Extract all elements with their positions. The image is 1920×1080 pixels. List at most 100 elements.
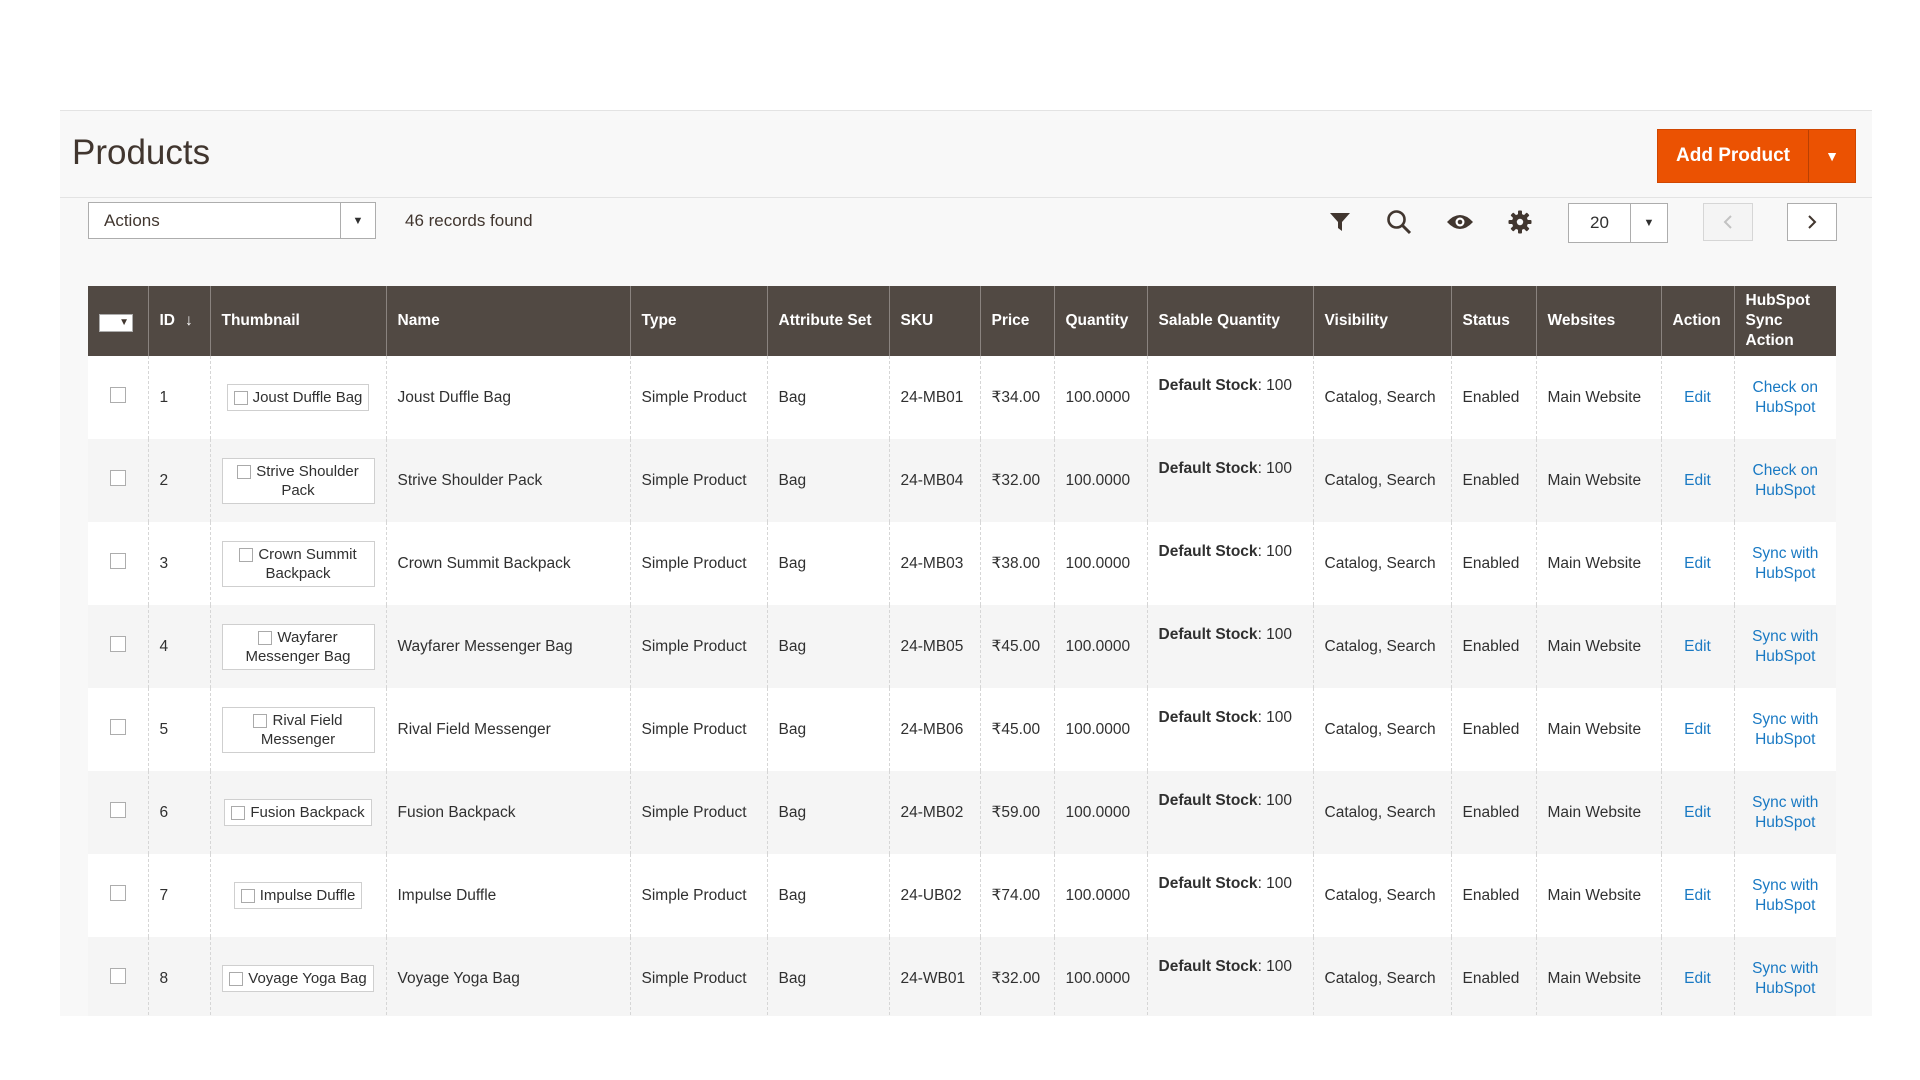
col-header-name[interactable]: Name bbox=[386, 286, 631, 356]
row-select-cell[interactable] bbox=[88, 356, 149, 439]
edit-link[interactable]: Edit bbox=[1684, 721, 1711, 738]
cell-type: Simple Product bbox=[630, 605, 768, 688]
chevron-down-icon[interactable]: ▼ bbox=[1630, 204, 1667, 242]
col-header-websites[interactable]: Websites bbox=[1536, 286, 1662, 356]
cell-attribute-set: Bag bbox=[767, 771, 890, 854]
cell-thumbnail[interactable]: Voyage Yoga Bag bbox=[210, 937, 387, 1016]
cell-id: 5 bbox=[148, 688, 211, 771]
gear-icon[interactable] bbox=[1505, 207, 1535, 237]
table-row[interactable]: 7 Impulse Duffle Impulse Duffle Simple Prod… bbox=[88, 854, 1836, 937]
chevron-down-icon[interactable]: ▼ bbox=[340, 203, 375, 238]
row-select-cell[interactable] bbox=[88, 522, 149, 605]
table-row[interactable]: 4 Wayfarer Messenger Bag Wayfarer Messenge… bbox=[88, 605, 1836, 688]
actions-dropdown[interactable]: Actions ▼ bbox=[88, 202, 376, 239]
col-header-visibility[interactable]: Visibility bbox=[1313, 286, 1452, 356]
mass-select-checkbox[interactable]: ▼ bbox=[99, 313, 133, 332]
sort-down-icon[interactable]: ↓ bbox=[185, 312, 193, 329]
hubspot-sync-link[interactable]: Sync with HubSpot bbox=[1752, 628, 1818, 665]
header-select-all[interactable]: ▼ bbox=[88, 286, 149, 356]
row-checkbox[interactable] bbox=[109, 469, 126, 486]
add-product-dropdown-toggle[interactable]: ▼ bbox=[1808, 130, 1855, 182]
table-row[interactable]: 8 Voyage Yoga Bag Voyage Yoga Bag Simple Pr… bbox=[88, 937, 1836, 1016]
hubspot-sync-link[interactable]: Sync with HubSpot bbox=[1752, 960, 1818, 997]
edit-link[interactable]: Edit bbox=[1684, 970, 1711, 987]
thumbnail-image[interactable]: Fusion Backpack bbox=[224, 799, 372, 826]
cell-name: Voyage Yoga Bag bbox=[386, 937, 631, 1016]
table-row[interactable]: 3 Crown Summit Backpack Crown Summit Backp… bbox=[88, 522, 1836, 605]
cell-hubspot-sync: Sync with HubSpot bbox=[1734, 688, 1836, 771]
chevron-right-icon bbox=[1808, 215, 1817, 229]
eye-icon[interactable] bbox=[1445, 207, 1475, 237]
previous-page-button[interactable] bbox=[1703, 203, 1753, 241]
cell-id: 8 bbox=[148, 937, 211, 1016]
thumbnail-image[interactable]: Crown Summit Backpack bbox=[221, 540, 375, 587]
cell-thumbnail[interactable]: Crown Summit Backpack bbox=[210, 522, 387, 605]
row-checkbox[interactable] bbox=[109, 552, 126, 569]
table-row[interactable]: 6 Fusion Backpack Fusion Backpack Simple Pr… bbox=[88, 771, 1836, 854]
col-header-id[interactable]: ID ↓ bbox=[148, 286, 211, 356]
table-row[interactable]: 2 Strive Shoulder Pack Strive Shoulder Pac… bbox=[88, 439, 1836, 522]
stock-label: Default Stock bbox=[1158, 875, 1258, 892]
actions-dropdown-value[interactable]: Actions bbox=[89, 211, 340, 231]
row-checkbox[interactable] bbox=[109, 884, 126, 901]
thumbnail-image[interactable]: Rival Field Messenger bbox=[221, 706, 375, 753]
cell-thumbnail[interactable]: Fusion Backpack bbox=[210, 771, 387, 854]
add-product-label[interactable]: Add Product bbox=[1658, 130, 1808, 182]
col-header-type[interactable]: Type bbox=[630, 286, 768, 356]
next-page-button[interactable] bbox=[1787, 203, 1837, 241]
per-page-value[interactable]: 20 bbox=[1569, 204, 1630, 242]
edit-link[interactable]: Edit bbox=[1684, 804, 1711, 821]
col-header-thumbnail[interactable]: Thumbnail bbox=[210, 286, 387, 356]
edit-link[interactable]: Edit bbox=[1684, 389, 1711, 406]
row-checkbox[interactable] bbox=[109, 801, 126, 818]
hubspot-sync-link[interactable]: Sync with HubSpot bbox=[1752, 545, 1818, 582]
row-checkbox[interactable] bbox=[109, 386, 126, 403]
col-header-status[interactable]: Status bbox=[1451, 286, 1537, 356]
table-row[interactable]: 5 Rival Field Messenger Rival Field Messen… bbox=[88, 688, 1836, 771]
col-header-sku[interactable]: SKU bbox=[889, 286, 981, 356]
cell-thumbnail[interactable]: Rival Field Messenger bbox=[210, 688, 387, 771]
cell-thumbnail[interactable]: Wayfarer Messenger Bag bbox=[210, 605, 387, 688]
row-select-cell[interactable] bbox=[88, 605, 149, 688]
hubspot-sync-link[interactable]: Check on HubSpot bbox=[1753, 379, 1818, 416]
cell-action: Edit bbox=[1661, 356, 1735, 439]
edit-link[interactable]: Edit bbox=[1684, 472, 1711, 489]
edit-link[interactable]: Edit bbox=[1684, 887, 1711, 904]
edit-link[interactable]: Edit bbox=[1684, 638, 1711, 655]
thumbnail-image[interactable]: Impulse Duffle bbox=[233, 882, 363, 909]
thumbnail-image[interactable]: Strive Shoulder Pack bbox=[221, 457, 375, 504]
edit-link[interactable]: Edit bbox=[1684, 555, 1711, 572]
filter-icon[interactable] bbox=[1325, 207, 1355, 237]
hubspot-sync-link[interactable]: Check on HubSpot bbox=[1753, 462, 1818, 499]
col-header-salable-quantity[interactable]: Salable Quantity bbox=[1147, 286, 1314, 356]
cell-type: Simple Product bbox=[630, 937, 768, 1016]
col-header-attribute-set[interactable]: Attribute Set bbox=[767, 286, 890, 356]
row-select-cell[interactable] bbox=[88, 771, 149, 854]
table-row[interactable]: 1 Joust Duffle Bag Joust Duffle Bag Simple … bbox=[88, 356, 1836, 439]
add-product-button[interactable]: Add Product ▼ bbox=[1657, 129, 1856, 183]
per-page-select[interactable]: 20 ▼ bbox=[1568, 203, 1668, 243]
row-checkbox[interactable] bbox=[109, 967, 126, 984]
row-select-cell[interactable] bbox=[88, 439, 149, 522]
thumbnail-image[interactable]: Wayfarer Messenger Bag bbox=[221, 623, 375, 670]
col-header-quantity[interactable]: Quantity bbox=[1054, 286, 1148, 356]
cell-hubspot-sync: Sync with HubSpot bbox=[1734, 605, 1836, 688]
cell-price: ₹32.00 bbox=[980, 439, 1055, 522]
row-checkbox[interactable] bbox=[109, 635, 126, 652]
search-icon[interactable] bbox=[1384, 207, 1414, 237]
row-select-cell[interactable] bbox=[88, 937, 149, 1016]
row-select-cell[interactable] bbox=[88, 854, 149, 937]
col-header-price[interactable]: Price bbox=[980, 286, 1055, 356]
thumbnail-alt-text: Rival Field Messenger bbox=[260, 711, 343, 748]
thumbnail-image[interactable]: Joust Duffle Bag bbox=[226, 384, 370, 411]
cell-price: ₹59.00 bbox=[980, 771, 1055, 854]
cell-thumbnail[interactable]: Strive Shoulder Pack bbox=[210, 439, 387, 522]
hubspot-sync-link[interactable]: Sync with HubSpot bbox=[1752, 711, 1818, 748]
thumbnail-image[interactable]: Voyage Yoga Bag bbox=[222, 965, 374, 992]
cell-thumbnail[interactable]: Impulse Duffle bbox=[210, 854, 387, 937]
row-select-cell[interactable] bbox=[88, 688, 149, 771]
hubspot-sync-link[interactable]: Sync with HubSpot bbox=[1752, 877, 1818, 914]
row-checkbox[interactable] bbox=[109, 718, 126, 735]
hubspot-sync-link[interactable]: Sync with HubSpot bbox=[1752, 794, 1818, 831]
cell-thumbnail[interactable]: Joust Duffle Bag bbox=[210, 356, 387, 439]
